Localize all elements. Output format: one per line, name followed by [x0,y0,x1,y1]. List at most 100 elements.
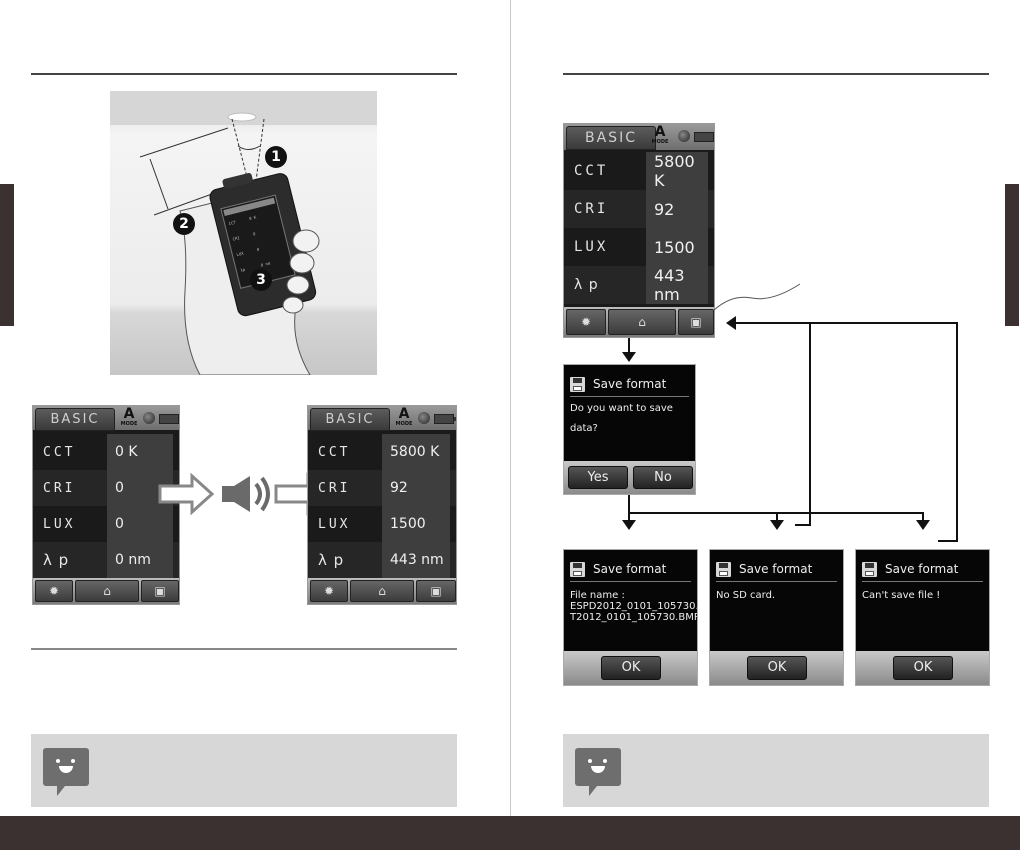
flow-line [809,322,811,508]
device-footer: ✹ ⌂ ▣ [33,578,179,604]
gear-icon: ✹ [580,315,592,329]
dialog-title: Save format [716,557,837,582]
callout-3: 3 [250,269,272,291]
battery-icon [694,132,714,142]
home-button[interactable]: ⌂ [608,309,676,335]
device-header: BASIC A MODE [564,124,714,150]
row-lambda: λ p 443 nm [308,542,456,578]
transition-graphic [158,470,329,518]
mode-tab[interactable]: BASIC [35,408,115,431]
flow-arrow [916,520,930,530]
speech-bubble-icon [575,748,621,796]
no-sd-card-dialog: Save format No SD card. OK [709,549,844,686]
cant-save-dialog: Save format Can't save file ! OK [855,549,990,686]
row-cct: CCT 5800 K [564,152,714,190]
dialog-footer: OK [564,651,697,685]
row-lambda: λ p 443 nm [564,266,714,304]
dialog-footer: OK [710,651,843,685]
dialog-message: No SD card. [716,590,776,601]
save-confirm-dialog: Save format Do you want to save data? Ye… [563,364,696,495]
row-cri: CRI 92 [308,470,456,506]
auto-mode-icon[interactable]: A MODE [650,125,670,147]
no-button[interactable]: No [633,466,693,489]
device-header: BASIC A MODE [33,406,179,431]
device-footer: ✹ ⌂ ▣ [564,307,714,337]
device-screen-main: BASIC A MODE CCT 5800 K CRI 92 LUX 1500 λ p4… [563,123,715,338]
home-icon: ⌂ [103,584,111,598]
row-cct: CCT 0 K [33,434,179,470]
sensor-icon [678,130,690,142]
auto-mode-icon[interactable]: A MODE [119,407,139,429]
dialog-title: Save format [862,557,983,582]
speaker-icon [222,476,270,512]
auto-mode-icon[interactable]: A MODE [394,407,414,429]
save-button[interactable]: ▣ [141,580,179,602]
dialog-title: Save format [570,372,689,397]
settings-button[interactable]: ✹ [310,580,348,602]
flow-line [809,508,811,526]
save-button[interactable]: ▣ [678,309,714,335]
flow-line [628,495,630,521]
right-section-tab [1005,184,1019,326]
settings-button[interactable]: ✹ [35,580,73,602]
device-screen-after: BASIC A MODE CCT 5800 K CRI 92 LUX 1500 λ p4… [307,405,457,605]
battery-icon [434,414,456,424]
flow-line [736,322,958,324]
measurement-photo: CCT 0 K CRI 0 LUX 0 λp 0 nm 1 2 3 [110,91,377,376]
ok-button[interactable]: OK [893,656,953,680]
dialog-footer: Yes No [564,461,695,494]
dialog-message: Do you want to save data? [570,403,673,434]
flow-arrow [770,520,784,530]
right-note-box [563,734,989,807]
settings-button[interactable]: ✹ [566,309,606,335]
speech-bubble-icon [43,748,89,796]
device-header: BASIC A MODE [308,406,456,431]
row-cri: CRI 92 [564,190,714,228]
flow-arrow [726,316,736,330]
left-note-box [31,734,457,807]
home-button[interactable]: ⌂ [350,580,414,602]
left-mid-rule [31,648,457,650]
sensor-icon [418,412,430,424]
left-top-rule [31,73,457,75]
save-icon: ▣ [430,584,442,598]
battery-icon [159,414,179,424]
page-footer-bar [0,816,1020,850]
file-saved-dialog: Save format File name : ESPD2012_0101_10… [563,549,698,686]
yes-button[interactable]: Yes [568,466,628,489]
row-lux: LUX 1500 [564,228,714,266]
floppy-icon [570,561,585,577]
sensor-icon [143,412,155,424]
ok-button[interactable]: OK [601,656,661,680]
row-cct: CCT 5800 K [308,434,456,470]
page-divider [510,0,511,816]
flow-line [938,540,958,542]
row-lambda: λ p0 nm [33,542,179,578]
save-icon: ▣ [154,584,166,598]
home-icon: ⌂ [638,315,646,329]
dialog-message: Can't save file ! [862,590,941,601]
dialog-footer: OK [856,651,989,685]
ok-button[interactable]: OK [747,656,807,680]
dialog-message: File name : ESPD2012_0101_105730.XLS T20… [570,590,698,623]
gear-icon: ✹ [48,584,60,598]
flow-line [956,322,958,542]
right-top-rule [563,73,989,75]
floppy-icon [716,561,731,577]
floppy-icon [862,561,877,577]
row-lux: LUX 1500 [308,506,456,542]
dialog-title: Save format [570,557,691,582]
left-section-tab [0,184,14,326]
device-footer: ✹ ⌂ ▣ [308,578,456,604]
callout-2: 2 [173,213,195,235]
save-icon: ▣ [690,315,702,329]
flow-arrow [622,520,636,530]
mode-tab[interactable]: BASIC [310,408,390,431]
callout-1: 1 [265,146,287,168]
pointer-line [712,282,802,312]
save-button[interactable]: ▣ [416,580,456,602]
home-button[interactable]: ⌂ [75,580,139,602]
flow-arrow [622,352,636,362]
mode-tab[interactable]: BASIC [566,126,656,150]
gear-icon: ✹ [323,584,335,598]
